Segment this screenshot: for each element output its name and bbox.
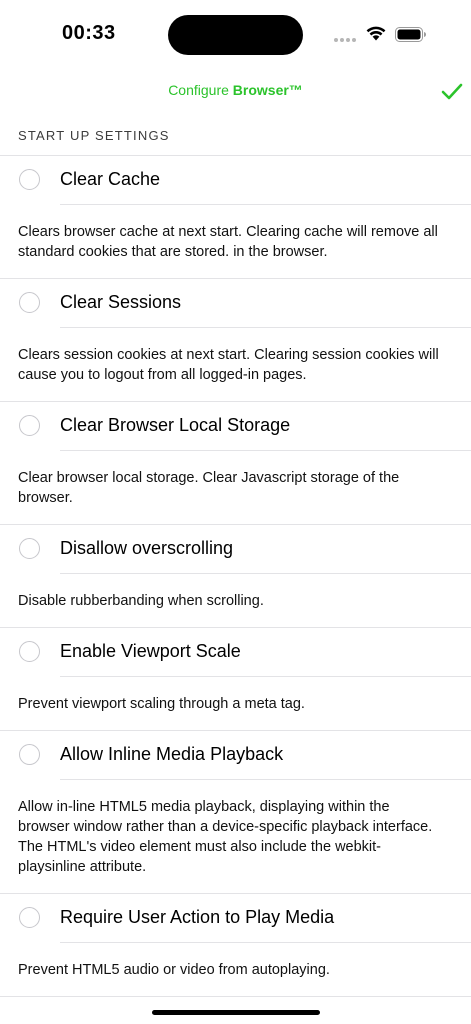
- setting-description: Clears session cookies at next start. Cl…: [18, 347, 439, 383]
- radio-button[interactable]: [19, 641, 40, 662]
- setting-item: Clear Sessions Clears session cookies at…: [0, 278, 471, 401]
- wifi-icon: [366, 25, 386, 46]
- radio-button[interactable]: [19, 415, 40, 436]
- setting-row-disallow-overscrolling[interactable]: Disallow overscrolling: [0, 525, 471, 573]
- setting-description: Clear browser local storage. Clear Javas…: [18, 470, 400, 506]
- setting-description: Clears browser cache at next start. Clea…: [18, 224, 438, 260]
- setting-label: Clear Cache: [60, 169, 161, 189]
- setting-description: Prevent viewport scaling through a meta …: [18, 696, 305, 712]
- radio-button[interactable]: [19, 744, 40, 765]
- dynamic-island: [168, 15, 303, 55]
- radio-button[interactable]: [19, 907, 40, 928]
- setting-row-require-user-action[interactable]: Require User Action to Play Media: [0, 894, 471, 942]
- setting-item: Enable Viewport Scale Prevent viewport s…: [0, 627, 471, 730]
- radio-button[interactable]: [19, 292, 40, 313]
- setting-label: Clear Sessions: [60, 292, 182, 312]
- setting-row-allow-inline-media[interactable]: Allow Inline Media Playback: [0, 731, 471, 779]
- battery-full-icon: [395, 27, 426, 42]
- setting-label: Require User Action to Play Media: [60, 907, 335, 927]
- setting-label: Allow Inline Media Playback: [60, 744, 284, 764]
- page-title-prefix: Configure: [168, 82, 233, 98]
- setting-row-clear-local-storage[interactable]: Clear Browser Local Storage: [0, 402, 471, 450]
- setting-row-clear-sessions[interactable]: Clear Sessions: [0, 279, 471, 327]
- checkmark-icon: [441, 83, 463, 100]
- status-bar: 00:33: [0, 0, 471, 70]
- radio-button[interactable]: [19, 538, 40, 559]
- setting-label: Disallow overscrolling: [60, 538, 234, 558]
- done-button[interactable]: [437, 76, 467, 106]
- section-header: START UP SETTINGS: [18, 128, 170, 143]
- cellular-signal-icon: [334, 38, 356, 42]
- page-title-brand: Browser™: [232, 82, 303, 98]
- setting-description: Disable rubberbanding when scrolling.: [18, 593, 264, 609]
- setting-description: Prevent HTML5 audio or video from autopl…: [18, 962, 330, 978]
- page-title: Configure Browser™: [0, 82, 471, 98]
- setting-description: Allow in-line HTML5 media playback, disp…: [18, 799, 433, 875]
- setting-item: Clear Browser Local Storage Clear browse…: [0, 401, 471, 524]
- setting-label: Enable Viewport Scale: [60, 641, 241, 661]
- status-time: 00:33: [62, 22, 116, 44]
- setting-label: Clear Browser Local Storage: [60, 415, 291, 435]
- setting-row-clear-cache[interactable]: Clear Cache: [0, 156, 471, 204]
- home-indicator[interactable]: [152, 1010, 320, 1015]
- setting-item: Clear Cache Clears browser cache at next…: [0, 155, 471, 278]
- setting-row-enable-viewport-scale[interactable]: Enable Viewport Scale: [0, 628, 471, 676]
- list-bottom-divider: [0, 996, 471, 997]
- settings-list: Clear Cache Clears browser cache at next…: [0, 155, 471, 997]
- navigation-bar: Configure Browser™: [0, 72, 471, 108]
- radio-button[interactable]: [19, 169, 40, 190]
- setting-item: Allow Inline Media Playback Allow in-lin…: [0, 730, 471, 893]
- setting-item: Require User Action to Play Media Preven…: [0, 893, 471, 996]
- setting-item: Disallow overscrolling Disable rubberban…: [0, 524, 471, 627]
